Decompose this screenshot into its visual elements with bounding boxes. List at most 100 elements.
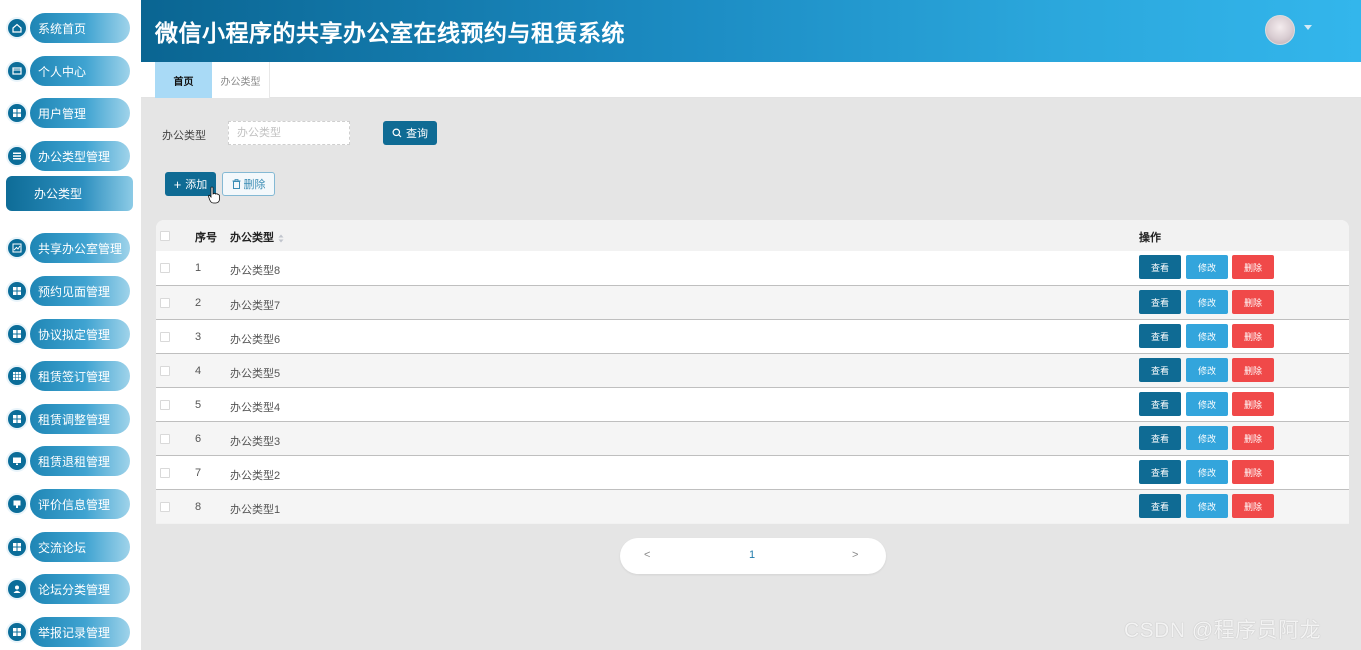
sidebar-item-appointment[interactable]: 预约见面管理 xyxy=(6,276,130,306)
edit-button[interactable]: 修改 xyxy=(1186,494,1228,518)
col-header-actions: 操作 xyxy=(1139,232,1161,244)
sidebar-item-reports[interactable]: 举报记录管理 xyxy=(6,617,130,647)
batch-delete-label: 删除 xyxy=(243,179,266,191)
search-input[interactable] xyxy=(228,121,350,145)
edit-button[interactable]: 修改 xyxy=(1186,290,1228,314)
pagination: < 1 > xyxy=(620,538,886,574)
page-number[interactable]: 1 xyxy=(749,549,755,561)
view-button[interactable]: 查看 xyxy=(1139,494,1181,518)
table-row: 6 办公类型3 查看 修改 删除 xyxy=(156,421,1349,455)
sidebar-item-office-type-mgmt[interactable]: 办公类型管理 xyxy=(6,141,130,171)
delete-button[interactable]: 删除 xyxy=(1232,358,1274,382)
prev-page-button[interactable]: < xyxy=(644,549,650,561)
watermark: CSDN @程序员阿龙 xyxy=(1124,619,1322,642)
table-row: 3 办公类型6 查看 修改 删除 xyxy=(156,319,1349,353)
delete-button[interactable]: 删除 xyxy=(1232,392,1274,416)
avatar[interactable] xyxy=(1265,15,1295,45)
sidebar-item-lease-adjust[interactable]: 租赁调整管理 xyxy=(6,404,130,434)
grid-icon xyxy=(6,621,28,643)
row-index: 7 xyxy=(195,467,202,479)
row-checkbox[interactable] xyxy=(160,400,170,410)
query-button[interactable]: 查询 xyxy=(383,121,437,145)
row-type: 办公类型8 xyxy=(230,265,281,277)
row-checkbox[interactable] xyxy=(160,366,170,376)
sidebar-item-label: 租赁退租管理 xyxy=(30,446,130,476)
tab-bar: 首页 办公类型 xyxy=(141,62,1361,98)
query-button-label: 查询 xyxy=(406,128,428,140)
table-row: 1 办公类型8 查看 修改 删除 xyxy=(156,251,1349,285)
chart-icon xyxy=(6,237,28,259)
col-header-type[interactable]: 办公类型 xyxy=(230,229,284,245)
next-page-button[interactable]: > xyxy=(852,549,858,561)
row-checkbox[interactable] xyxy=(160,434,170,444)
row-type: 办公类型2 xyxy=(230,470,281,482)
grid-icon xyxy=(6,280,28,302)
row-checkbox[interactable] xyxy=(160,502,170,512)
row-index: 6 xyxy=(195,433,202,445)
delete-button[interactable]: 删除 xyxy=(1232,494,1274,518)
tab-home[interactable]: 首页 xyxy=(155,62,212,98)
view-button[interactable]: 查看 xyxy=(1139,255,1181,279)
row-index: 2 xyxy=(195,297,202,309)
batch-delete-button[interactable]: 删除 xyxy=(222,172,275,196)
sidebar-subitem-office-type[interactable]: 办公类型 xyxy=(6,176,133,211)
search-label: 办公类型 xyxy=(162,130,206,142)
row-checkbox[interactable] xyxy=(160,263,170,273)
edit-button[interactable]: 修改 xyxy=(1186,255,1228,279)
row-type: 办公类型4 xyxy=(230,402,281,414)
table-row: 5 办公类型4 查看 修改 删除 xyxy=(156,387,1349,421)
table-icon xyxy=(6,365,28,387)
edit-button[interactable]: 修改 xyxy=(1186,460,1228,484)
row-type: 办公类型3 xyxy=(230,436,281,448)
sidebar-item-office-mgmt[interactable]: 共享办公室管理 xyxy=(6,233,130,263)
sidebar-item-label: 评价信息管理 xyxy=(30,489,130,519)
grid-icon xyxy=(6,323,28,345)
view-button[interactable]: 查看 xyxy=(1139,324,1181,348)
sidebar-item-label: 交流论坛 xyxy=(30,532,130,562)
col-header-index: 序号 xyxy=(195,232,217,244)
sidebar-item-home[interactable]: 系统首页 xyxy=(6,13,130,43)
sidebar-item-lease-sign[interactable]: 租赁签订管理 xyxy=(6,361,130,391)
table-header: 序号 办公类型 操作 xyxy=(156,220,1349,251)
sidebar-item-forum[interactable]: 交流论坛 xyxy=(6,532,130,562)
delete-button[interactable]: 删除 xyxy=(1232,460,1274,484)
home-icon xyxy=(6,17,28,39)
sidebar-item-label: 租赁调整管理 xyxy=(30,404,130,434)
sidebar-item-label: 系统首页 xyxy=(30,13,130,43)
row-checkbox[interactable] xyxy=(160,332,170,342)
sidebar-item-forum-category[interactable]: 论坛分类管理 xyxy=(6,574,130,604)
delete-button[interactable]: 删除 xyxy=(1232,290,1274,314)
view-button[interactable]: 查看 xyxy=(1139,460,1181,484)
edit-button[interactable]: 修改 xyxy=(1186,324,1228,348)
delete-button[interactable]: 删除 xyxy=(1232,426,1274,450)
table-row: 2 办公类型7 查看 修改 删除 xyxy=(156,285,1349,319)
tab-office-type[interactable]: 办公类型 xyxy=(212,62,270,98)
sidebar-item-lease-return[interactable]: 租赁退租管理 xyxy=(6,446,130,476)
view-button[interactable]: 查看 xyxy=(1139,392,1181,416)
sidebar-item-users[interactable]: 用户管理 xyxy=(6,98,130,128)
chevron-down-icon[interactable] xyxy=(1304,25,1312,30)
view-button[interactable]: 查看 xyxy=(1139,426,1181,450)
sort-icon[interactable] xyxy=(278,234,284,243)
edit-button[interactable]: 修改 xyxy=(1186,392,1228,416)
row-type: 办公类型7 xyxy=(230,300,281,312)
row-checkbox[interactable] xyxy=(160,468,170,478)
sidebar-item-reviews[interactable]: 评价信息管理 xyxy=(6,489,130,519)
edit-button[interactable]: 修改 xyxy=(1186,426,1228,450)
view-button[interactable]: 查看 xyxy=(1139,290,1181,314)
delete-button[interactable]: 删除 xyxy=(1232,255,1274,279)
monitor-icon xyxy=(6,450,28,472)
sidebar-item-profile[interactable]: 个人中心 xyxy=(6,56,130,86)
delete-button[interactable]: 删除 xyxy=(1232,324,1274,348)
trash-icon xyxy=(232,179,240,189)
sidebar-item-label: 共享办公室管理 xyxy=(30,233,130,263)
edit-button[interactable]: 修改 xyxy=(1186,358,1228,382)
view-button[interactable]: 查看 xyxy=(1139,358,1181,382)
select-all-checkbox[interactable] xyxy=(160,231,170,241)
data-table: 序号 办公类型 操作 1 办公类型8 查看 修改 删除 2 办公类型7 查看 修… xyxy=(156,220,1349,524)
sidebar-item-label: 租赁签订管理 xyxy=(30,361,130,391)
row-checkbox[interactable] xyxy=(160,298,170,308)
row-index: 5 xyxy=(195,399,202,411)
sidebar-item-agreement[interactable]: 协议拟定管理 xyxy=(6,319,130,349)
table-row: 4 办公类型5 查看 修改 删除 xyxy=(156,353,1349,387)
